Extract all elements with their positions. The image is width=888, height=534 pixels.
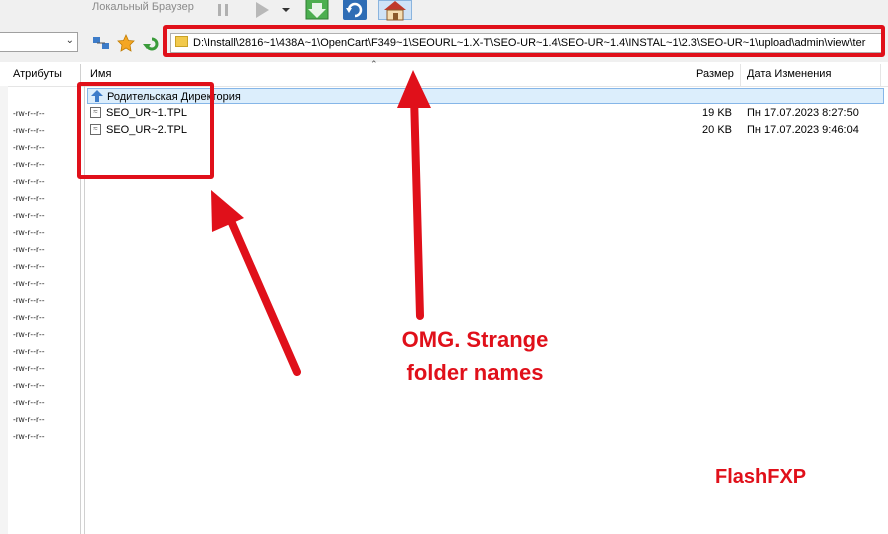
attribute-value: -rw-r--r-- [13,228,45,237]
path-field[interactable]: D:\Install\2816~1\438A~1\OpenCart\F349~1… [170,33,883,53]
column-separator[interactable] [740,64,741,86]
left-pane-gutter [0,86,8,534]
local-browser-label: Локальный Браузер [92,1,194,13]
attribute-value: -rw-r--r-- [13,262,45,271]
attribute-value: -rw-r--r-- [13,194,45,203]
play-icon[interactable] [251,0,273,20]
attribute-value: -rw-r--r-- [13,109,45,118]
attribute-value: -rw-r--r-- [13,177,45,186]
file-size: 20 KB [702,124,732,136]
attribute-value: -rw-r--r-- [13,245,45,254]
attribute-value: -rw-r--r-- [13,347,45,356]
attribute-value: -rw-r--r-- [13,432,45,441]
toolbar: Локальный Браузер [0,0,888,26]
attribute-value: -rw-r--r-- [13,415,45,424]
header-attributes[interactable]: Атрибуты [13,68,62,80]
favorites-star-icon[interactable] [117,34,135,52]
folder-icon [175,36,188,47]
sort-caret-icon: ⌃ [370,59,378,69]
network-icon[interactable] [92,35,110,51]
attribute-value: -rw-r--r-- [13,381,45,390]
header-name[interactable]: Имя [90,68,111,80]
attribute-value: -rw-r--r-- [13,279,45,288]
transfer-download-icon[interactable] [302,0,332,20]
attribute-value: -rw-r--r-- [13,398,45,407]
attribute-value: -rw-r--r-- [13,211,45,220]
files-highlight-box [77,82,214,179]
back-arrow-icon[interactable] [143,35,161,51]
attribute-value: -rw-r--r-- [13,330,45,339]
column-separator[interactable] [880,64,881,86]
pause-icon[interactable] [212,0,234,20]
callout-text: OMG. Strange folder names [380,323,570,389]
dropdown-arrow-icon[interactable] [279,0,293,20]
chevron-down-icon[interactable]: ⌄ [66,35,74,46]
diagonal-arrow-shaft [224,210,301,376]
attribute-value: -rw-r--r-- [13,126,45,135]
callout-line-2: folder names [406,360,544,385]
diagonal-arrow-head [211,190,244,232]
attribute-value: -rw-r--r-- [13,160,45,169]
attribute-value: -rw-r--r-- [13,364,45,373]
attribute-value: -rw-r--r-- [13,296,45,305]
file-size: 19 KB [702,107,732,119]
attribute-value: -rw-r--r-- [13,143,45,152]
callout-line-1: OMG. Strange [401,327,549,352]
file-date: Пн 17.07.2023 9:46:04 [747,124,859,136]
header-date[interactable]: Дата Изменения [747,68,831,80]
refresh-icon[interactable] [341,0,369,20]
home-icon[interactable] [378,0,412,21]
file-date: Пн 17.07.2023 8:27:50 [747,107,859,119]
brand-label: FlashFXP [715,466,807,488]
drive-select[interactable]: ⌄ [0,32,78,52]
attribute-value: -rw-r--r-- [13,313,45,322]
header-size[interactable]: Размер [696,68,734,80]
